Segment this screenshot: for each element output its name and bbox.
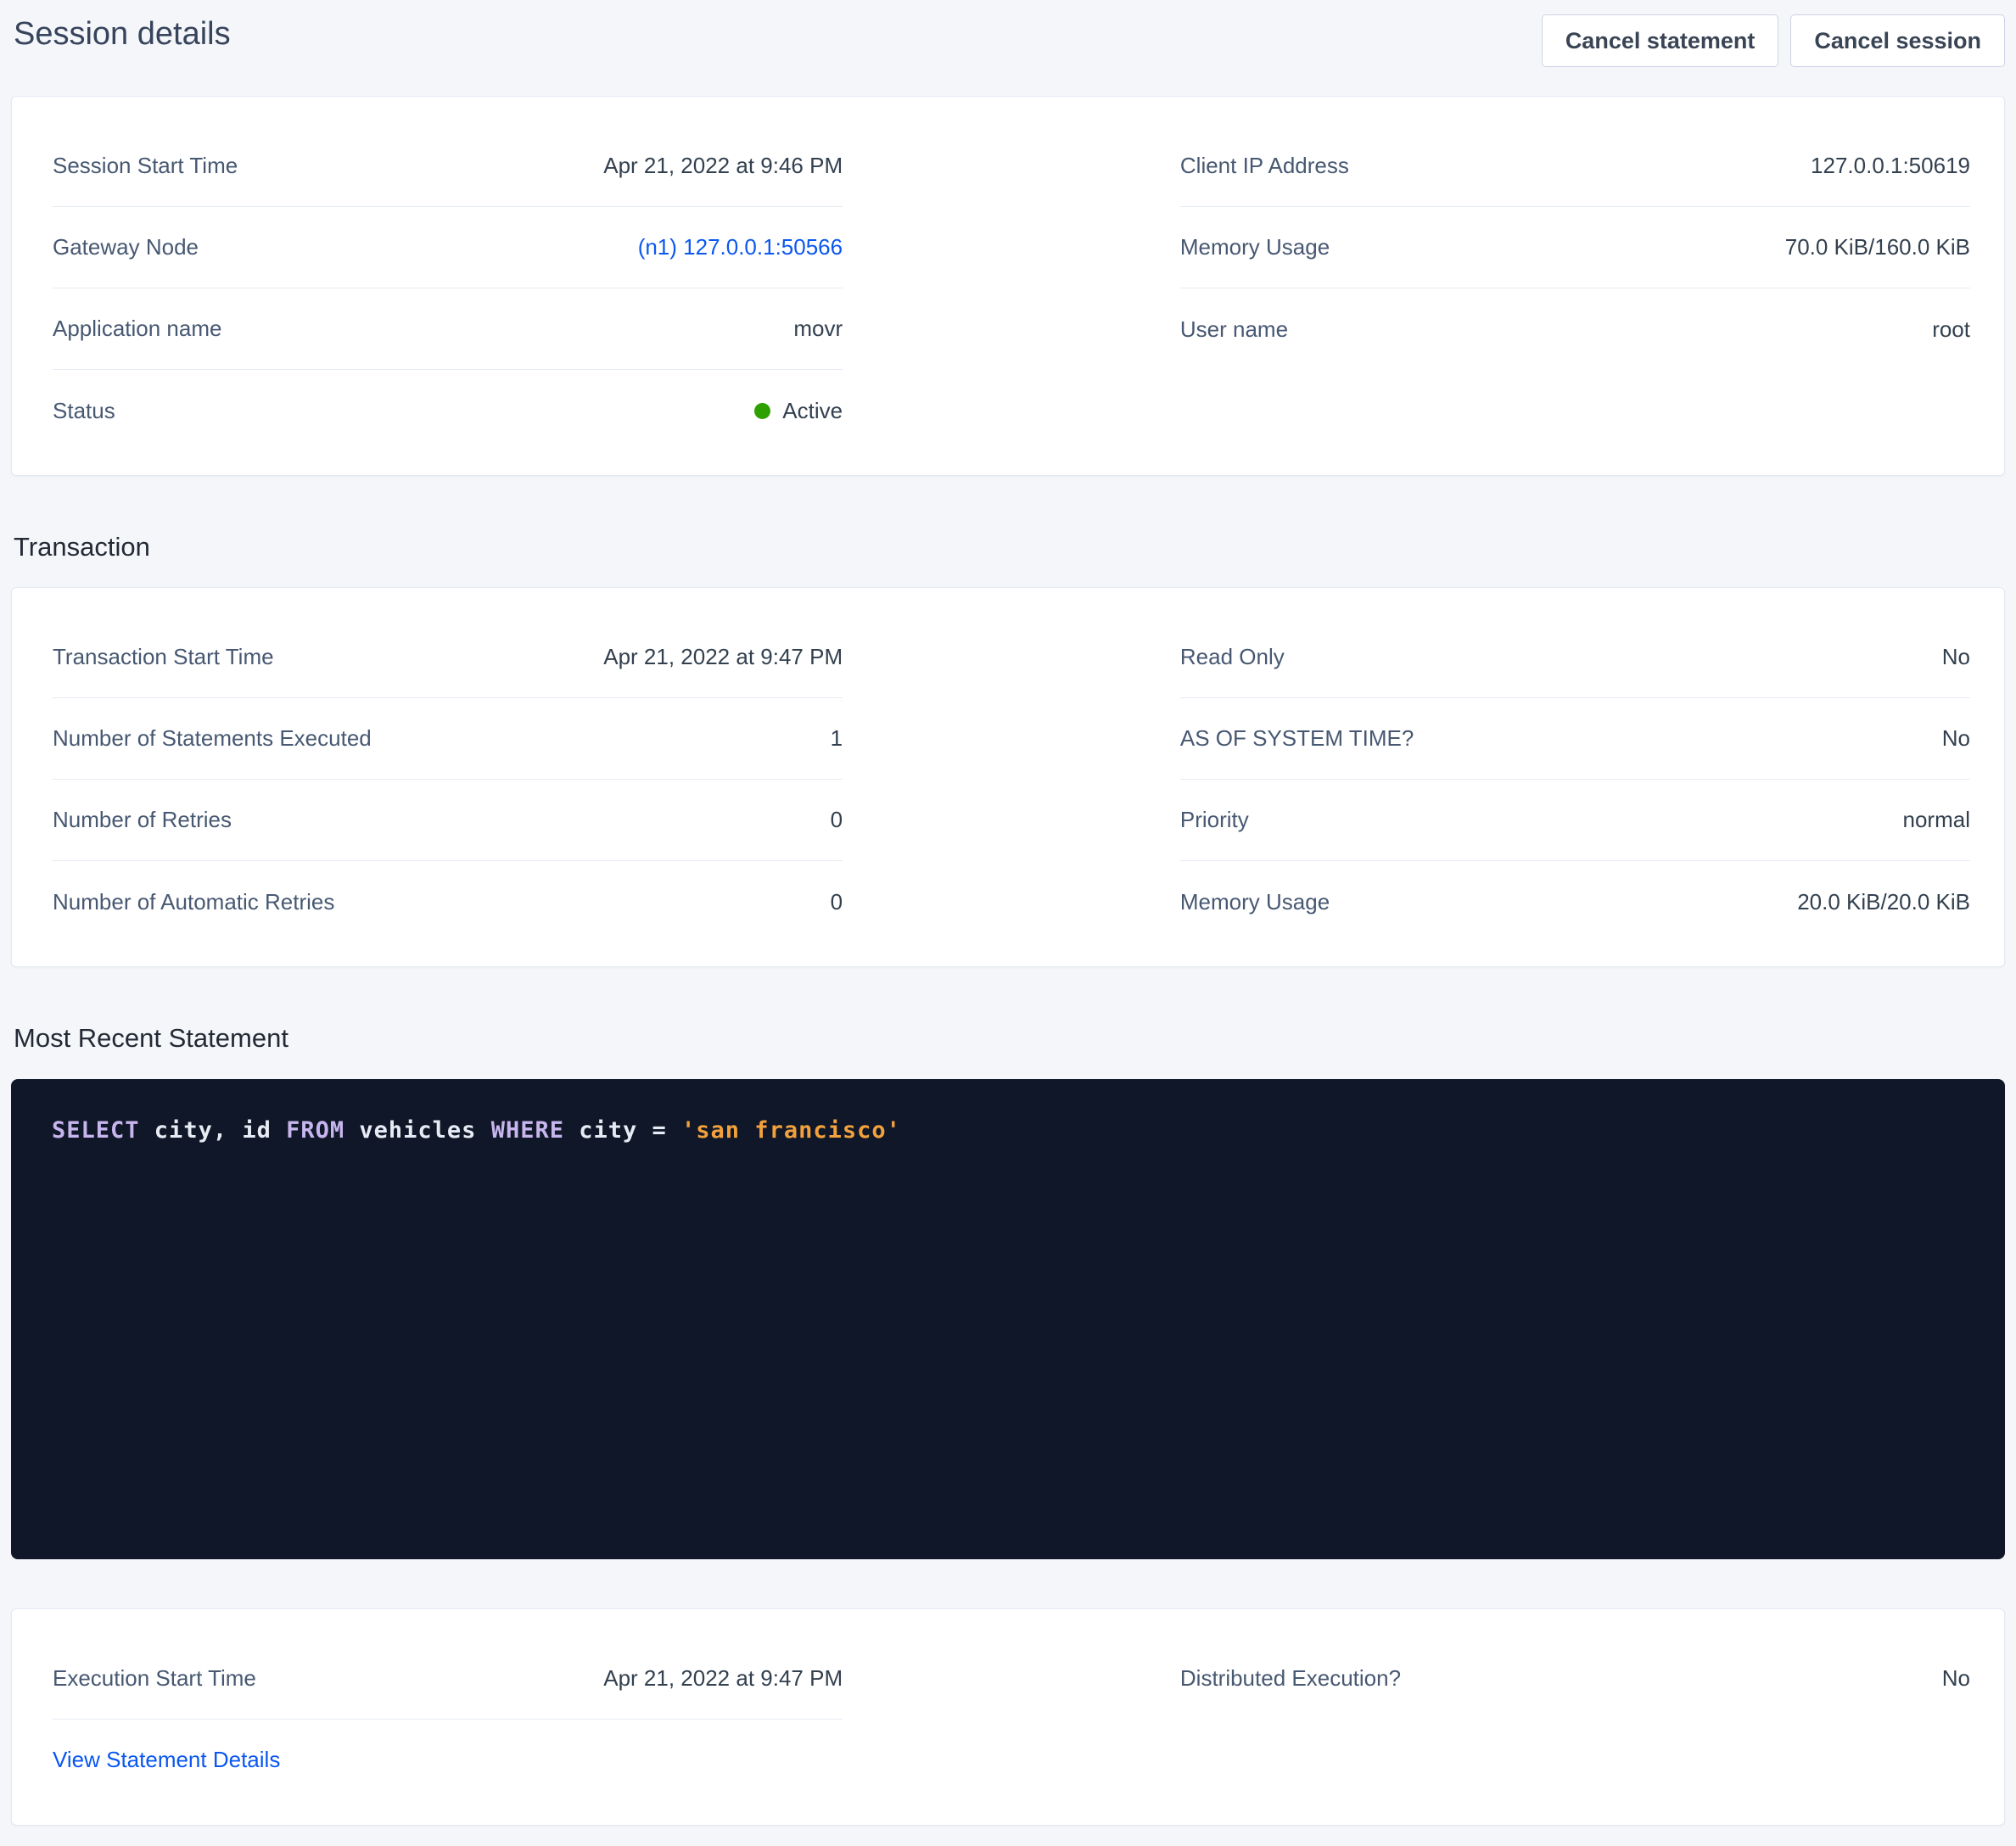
- label-memory-usage: Memory Usage: [1180, 889, 1330, 915]
- label-number-of-retries: Number of Retries: [53, 807, 232, 833]
- row-transaction-start-time: Transaction Start Time Apr 21, 2022 at 9:…: [53, 617, 843, 698]
- label-as-of-system-time: AS OF SYSTEM TIME?: [1180, 725, 1414, 752]
- sql-statement: SELECT city, id FROM vehicles WHERE city…: [52, 1115, 1964, 1147]
- label-gateway-node: Gateway Node: [53, 234, 199, 260]
- execution-card-left-column: Execution Start Time Apr 21, 2022 at 9:47…: [53, 1638, 843, 1801]
- header-actions: Cancel statement Cancel session: [1542, 10, 2005, 67]
- value-priority: normal: [1903, 807, 1970, 833]
- session-card-body: Session Start Time Apr 21, 2022 at 9:46 P…: [12, 97, 2004, 475]
- row-view-statement-details: View Statement Details: [53, 1720, 843, 1801]
- sql-token-keyword: FROM: [286, 1117, 344, 1144]
- row-application-name: Application name movr: [53, 288, 843, 370]
- row-priority: Priority normal: [1180, 780, 1970, 861]
- sql-token-keyword: SELECT: [52, 1117, 140, 1144]
- row-gateway-node: Gateway Node (n1) 127.0.0.1:50566: [53, 207, 843, 288]
- sql-token-plain: vehicles: [344, 1117, 491, 1144]
- row-memory-usage: Memory Usage 20.0 KiB/20.0 KiB: [1180, 861, 1970, 943]
- value-memory-usage: 20.0 KiB/20.0 KiB: [1797, 889, 1970, 915]
- transaction-section-title: Transaction: [14, 529, 2005, 565]
- cancel-statement-button[interactable]: Cancel statement: [1542, 14, 1779, 67]
- row-distributed-execution: Distributed Execution? No: [1180, 1638, 1970, 1720]
- sql-token-plain: city =: [564, 1117, 681, 1144]
- page-header: Session details Cancel statement Cancel …: [11, 10, 2005, 67]
- transaction-card-right-column: Read Only No AS OF SYSTEM TIME? No Priority n…: [1180, 617, 1970, 943]
- row-client-ip-address: Client IP Address 127.0.0.1:50619: [1180, 126, 1970, 207]
- sql-statement-box: SELECT city, id FROM vehicles WHERE city…: [11, 1079, 2005, 1559]
- label-transaction-start-time: Transaction Start Time: [53, 644, 274, 670]
- label-distributed-execution: Distributed Execution?: [1180, 1665, 1401, 1692]
- row-execution-start-time: Execution Start Time Apr 21, 2022 at 9:47…: [53, 1638, 843, 1720]
- row-user-name: User name root: [1180, 288, 1970, 370]
- label-session-start-time: Session Start Time: [53, 153, 238, 179]
- label-execution-start-time: Execution Start Time: [53, 1665, 256, 1692]
- value-client-ip-address: 127.0.0.1:50619: [1811, 153, 1970, 179]
- sql-token-keyword: WHERE: [491, 1117, 564, 1144]
- transaction-card-left-column: Transaction Start Time Apr 21, 2022 at 9:…: [53, 617, 843, 943]
- label-client-ip-address: Client IP Address: [1180, 153, 1349, 179]
- status-active-dot: [754, 403, 770, 419]
- row-number-of-automatic-retries: Number of Automatic Retries 0: [53, 861, 843, 943]
- label-number-of-automatic-retries: Number of Automatic Retries: [53, 889, 334, 915]
- value-session-start-time: Apr 21, 2022 at 9:46 PM: [603, 153, 843, 179]
- row-read-only: Read Only No: [1180, 617, 1970, 698]
- row-memory-usage: Memory Usage 70.0 KiB/160.0 KiB: [1180, 207, 1970, 288]
- label-memory-usage: Memory Usage: [1180, 234, 1330, 260]
- execution-card: Execution Start Time Apr 21, 2022 at 9:47…: [11, 1608, 2005, 1826]
- transaction-card-body: Transaction Start Time Apr 21, 2022 at 9:…: [12, 588, 2004, 966]
- value-transaction-start-time: Apr 21, 2022 at 9:47 PM: [603, 644, 843, 670]
- session-card-left-column: Session Start Time Apr 21, 2022 at 9:46 P…: [53, 126, 843, 451]
- value-memory-usage: 70.0 KiB/160.0 KiB: [1785, 234, 1970, 260]
- label-number-of-statements-executed: Number of Statements Executed: [53, 725, 372, 752]
- session-card-right-column: Client IP Address 127.0.0.1:50619 Memory U…: [1180, 126, 1970, 451]
- execution-card-right-column: Distributed Execution? No: [1180, 1638, 1970, 1801]
- value-execution-start-time: Apr 21, 2022 at 9:47 PM: [603, 1665, 843, 1692]
- value-as-of-system-time: No: [1942, 725, 1970, 752]
- gateway-node-link[interactable]: (n1) 127.0.0.1:50566: [638, 234, 843, 260]
- value-number-of-automatic-retries: 0: [831, 889, 843, 915]
- value-application-name: movr: [793, 316, 843, 342]
- value-status: Active: [754, 398, 843, 424]
- sql-token-plain: city, id: [140, 1117, 287, 1144]
- page-title: Session details: [14, 15, 231, 54]
- value-user-name: root: [1932, 316, 1970, 343]
- label-application-name: Application name: [53, 316, 221, 342]
- value-distributed-execution: No: [1942, 1665, 1970, 1692]
- row-number-of-statements-executed: Number of Statements Executed 1: [53, 698, 843, 780]
- row-status: Status Active: [53, 370, 843, 451]
- cancel-session-button[interactable]: Cancel session: [1790, 14, 2005, 67]
- view-statement-details-link[interactable]: View Statement Details: [53, 1747, 280, 1773]
- label-status: Status: [53, 398, 115, 424]
- value-number-of-retries: 0: [831, 807, 843, 833]
- row-number-of-retries: Number of Retries 0: [53, 780, 843, 861]
- status-text: Active: [782, 398, 843, 424]
- execution-card-body: Execution Start Time Apr 21, 2022 at 9:47…: [12, 1609, 2004, 1825]
- label-priority: Priority: [1180, 807, 1249, 833]
- sql-token-string: 'san francisco': [681, 1117, 901, 1144]
- row-as-of-system-time: AS OF SYSTEM TIME? No: [1180, 698, 1970, 780]
- session-summary-card: Session Start Time Apr 21, 2022 at 9:46 P…: [11, 96, 2005, 476]
- session-details-page: Session details Cancel statement Cancel …: [0, 0, 2016, 1840]
- value-read-only: No: [1942, 644, 1970, 670]
- value-number-of-statements-executed: 1: [831, 725, 843, 752]
- label-read-only: Read Only: [1180, 644, 1285, 670]
- row-session-start-time: Session Start Time Apr 21, 2022 at 9:46 P…: [53, 126, 843, 207]
- label-user-name: User name: [1180, 316, 1288, 343]
- most-recent-statement-title: Most Recent Statement: [14, 1020, 2005, 1056]
- transaction-card: Transaction Start Time Apr 21, 2022 at 9:…: [11, 587, 2005, 967]
